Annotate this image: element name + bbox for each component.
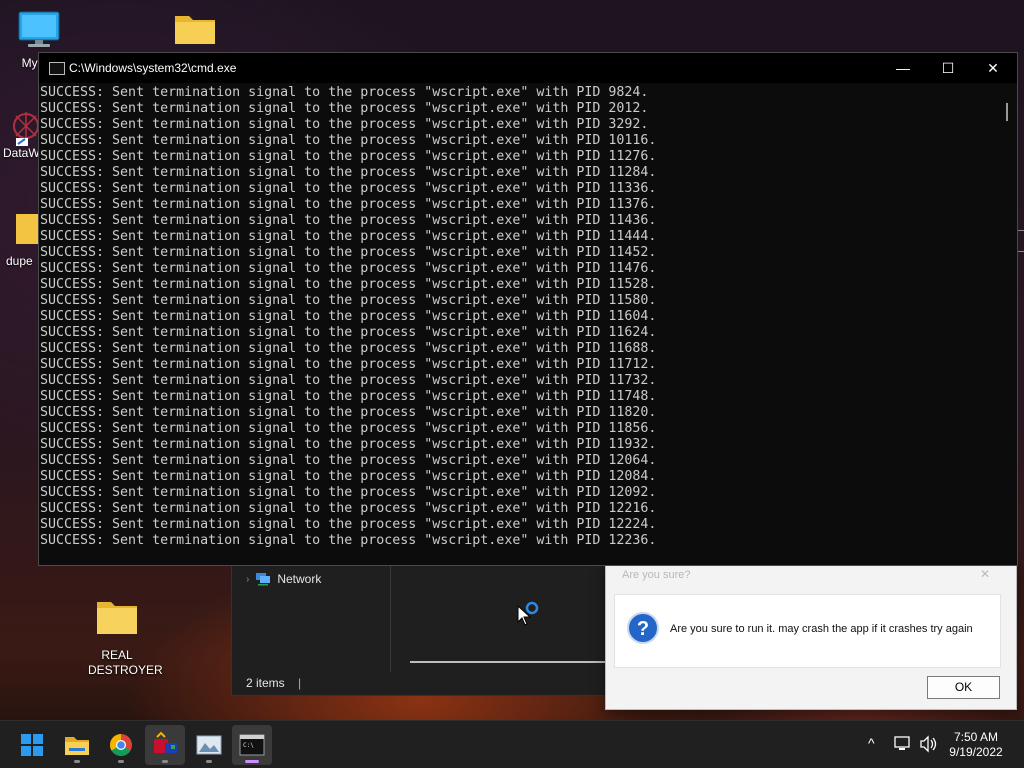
file-explorer-window[interactable]: › Network 2 items |	[231, 563, 613, 696]
svg-text:?: ?	[637, 618, 649, 640]
vertical-scrollbar-thumb[interactable]	[1006, 103, 1008, 121]
console-line: SUCCESS: Sent termination signal to the …	[40, 453, 657, 468]
taskbar-file-explorer[interactable]	[57, 725, 97, 765]
status-separator: |	[298, 676, 302, 690]
terminal-icon: C:\	[239, 734, 265, 756]
folder-icon	[16, 214, 40, 244]
console-line: SUCCESS: Sent termination signal to the …	[40, 389, 657, 404]
running-indicator	[74, 760, 80, 763]
console-line: SUCCESS: Sent termination signal to the …	[40, 357, 657, 372]
folder-icon	[175, 16, 215, 44]
dialog-close-button[interactable]: ✕	[980, 567, 990, 581]
console-line: SUCCESS: Sent termination signal to the …	[40, 277, 657, 292]
desktop-icon-dataw[interactable]: DataW	[0, 110, 42, 161]
question-icon: ?	[627, 612, 659, 644]
taskbar-chrome[interactable]	[101, 725, 141, 765]
tray-overflow-chevron[interactable]: ^	[868, 735, 875, 751]
file-explorer-icon	[65, 737, 89, 755]
maximize-button[interactable]: ☐	[925, 53, 971, 83]
taskbar-photos[interactable]	[189, 725, 229, 765]
console-line: SUCCESS: Sent termination signal to the …	[40, 261, 657, 276]
minimize-button[interactable]: —	[880, 53, 926, 83]
folder-icon	[97, 602, 137, 634]
ok-button[interactable]: OK	[927, 676, 1000, 699]
volume-icon[interactable]	[918, 735, 938, 753]
console-line: SUCCESS: Sent termination signal to the …	[40, 469, 657, 484]
console-line: SUCCESS: Sent termination signal to the …	[40, 517, 657, 532]
taskbar-terminal[interactable]: C:\	[232, 725, 272, 765]
running-indicator	[162, 760, 168, 763]
network-icon	[256, 573, 271, 586]
cmd-title: C:\Windows\system32\cmd.exe	[69, 61, 237, 75]
nav-item-label: Network	[277, 572, 322, 586]
console-line: SUCCESS: Sent termination signal to the …	[40, 325, 657, 340]
chevron-right-icon[interactable]: ›	[246, 574, 249, 585]
cmd-titlebar[interactable]: C:\Windows\system32\cmd.exe — ☐ ✕	[39, 53, 1017, 83]
network-icon[interactable]	[893, 735, 913, 753]
clock-time: 7:50 AM	[953, 730, 999, 744]
console-line: SUCCESS: Sent termination signal to the …	[40, 117, 649, 132]
console-line: SUCCESS: Sent termination signal to the …	[40, 181, 657, 196]
close-button[interactable]: ✕	[970, 53, 1016, 83]
chrome-icon	[110, 734, 132, 756]
console-line: SUCCESS: Sent termination signal to the …	[40, 149, 657, 164]
console-line: SUCCESS: Sent termination signal to the …	[40, 485, 657, 500]
status-bar: 2 items |	[246, 676, 301, 690]
console-line: SUCCESS: Sent termination signal to the …	[40, 437, 657, 452]
app-icon	[154, 731, 177, 753]
running-indicator	[206, 760, 212, 763]
navigation-pane: › Network	[232, 564, 391, 672]
console-line: SUCCESS: Sent termination signal to the …	[40, 421, 657, 436]
console-line: SUCCESS: Sent termination signal to the …	[40, 213, 657, 228]
console-line: SUCCESS: Sent termination signal to the …	[40, 405, 657, 420]
clock[interactable]: 7:50 AM 9/19/2022	[940, 730, 1012, 760]
console-line: SUCCESS: Sent termination signal to the …	[40, 85, 649, 100]
start-button[interactable]	[12, 725, 52, 765]
console-line: SUCCESS: Sent termination signal to the …	[40, 229, 657, 244]
console-line: SUCCESS: Sent termination signal to the …	[40, 165, 657, 180]
cmd-app-icon	[49, 62, 65, 75]
console-line: SUCCESS: Sent termination signal to the …	[40, 501, 657, 516]
running-indicator	[245, 760, 259, 763]
horizontal-scrollbar[interactable]	[410, 661, 605, 663]
desktop-icon-dupe[interactable]: dupe	[0, 210, 42, 269]
console-line: SUCCESS: Sent termination signal to the …	[40, 309, 657, 324]
clock-date: 9/19/2022	[949, 745, 1003, 759]
taskbar-app[interactable]	[145, 725, 185, 765]
console-line: SUCCESS: Sent termination signal to the …	[40, 133, 657, 148]
console-line: SUCCESS: Sent termination signal to the …	[40, 101, 649, 116]
start-icon	[21, 734, 43, 756]
svg-text:C:\: C:\	[243, 742, 254, 749]
console-line: SUCCESS: Sent termination signal to the …	[40, 245, 657, 260]
photos-icon	[196, 735, 222, 755]
running-indicator	[118, 760, 124, 763]
dialog-title: Are you sure?	[622, 569, 691, 581]
desktop-icon-label: REAL DESTROYER	[88, 648, 163, 677]
confirm-dialog[interactable]: Are you sure? ✕ ? Are you sure to run it…	[605, 563, 1017, 710]
console-line: SUCCESS: Sent termination signal to the …	[40, 197, 657, 212]
desktop-icon-real-destroyer[interactable]: REAL DESTROYER	[77, 598, 163, 678]
spider-logo-icon	[13, 112, 39, 146]
desktop-icon-label: DataW	[3, 146, 40, 160]
console-line: SUCCESS: Sent termination signal to the …	[40, 373, 657, 388]
console-line: SUCCESS: Sent termination signal to the …	[40, 341, 657, 356]
dialog-body: ? Are you sure to run it. may crash the …	[614, 594, 1001, 668]
desktop-icon-label: dupe	[6, 254, 33, 268]
desktop-folder-icon[interactable]	[155, 10, 235, 46]
dialog-message: Are you sure to run it. may crash the ap…	[670, 623, 973, 635]
item-count: 2 items	[246, 676, 285, 690]
monitor-icon	[18, 11, 60, 47]
cmd-window[interactable]: C:\Windows\system32\cmd.exe — ☐ ✕ SUCCES…	[38, 52, 1018, 566]
nav-item-network[interactable]: › Network	[246, 572, 321, 586]
console-output[interactable]: SUCCESS: Sent termination signal to the …	[40, 84, 998, 563]
console-line: SUCCESS: Sent termination signal to the …	[40, 533, 657, 548]
taskbar: C:\ ^ 7:50 AM 9/19/2022	[0, 720, 1024, 768]
busy-cursor-icon	[517, 601, 539, 626]
console-line: SUCCESS: Sent termination signal to the …	[40, 293, 657, 308]
